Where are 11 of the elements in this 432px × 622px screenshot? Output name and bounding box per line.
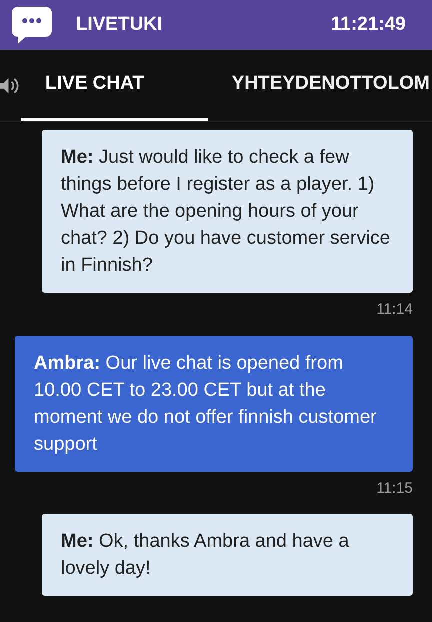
message-time: 11:15 (376, 478, 413, 498)
tab[interactable]: LIVE CHAT (21, 50, 208, 121)
app-title: LIVETUKI (76, 12, 163, 37)
chat-bubble-icon (10, 5, 54, 45)
visitor-message: Me: Just would like to check a few things before I register as a player. 1) What are the opening hours of your chat? 2) Do you have customer service in Finnish? (42, 130, 413, 293)
visitor-message: Me: Ok, thanks Ambra and have a lovely day! (42, 514, 413, 596)
clock: 11:21:49 (330, 12, 406, 37)
tab[interactable]: YHTEYDENOTTOLOM (208, 50, 432, 121)
message-time: 11:14 (376, 300, 413, 320)
agent-message: Ambra: Our live chat is opened from 10.00 CET to 23.00 CET but at the moment we do not offer finnish customer support (15, 336, 413, 472)
speaker-icon[interactable] (0, 76, 22, 96)
